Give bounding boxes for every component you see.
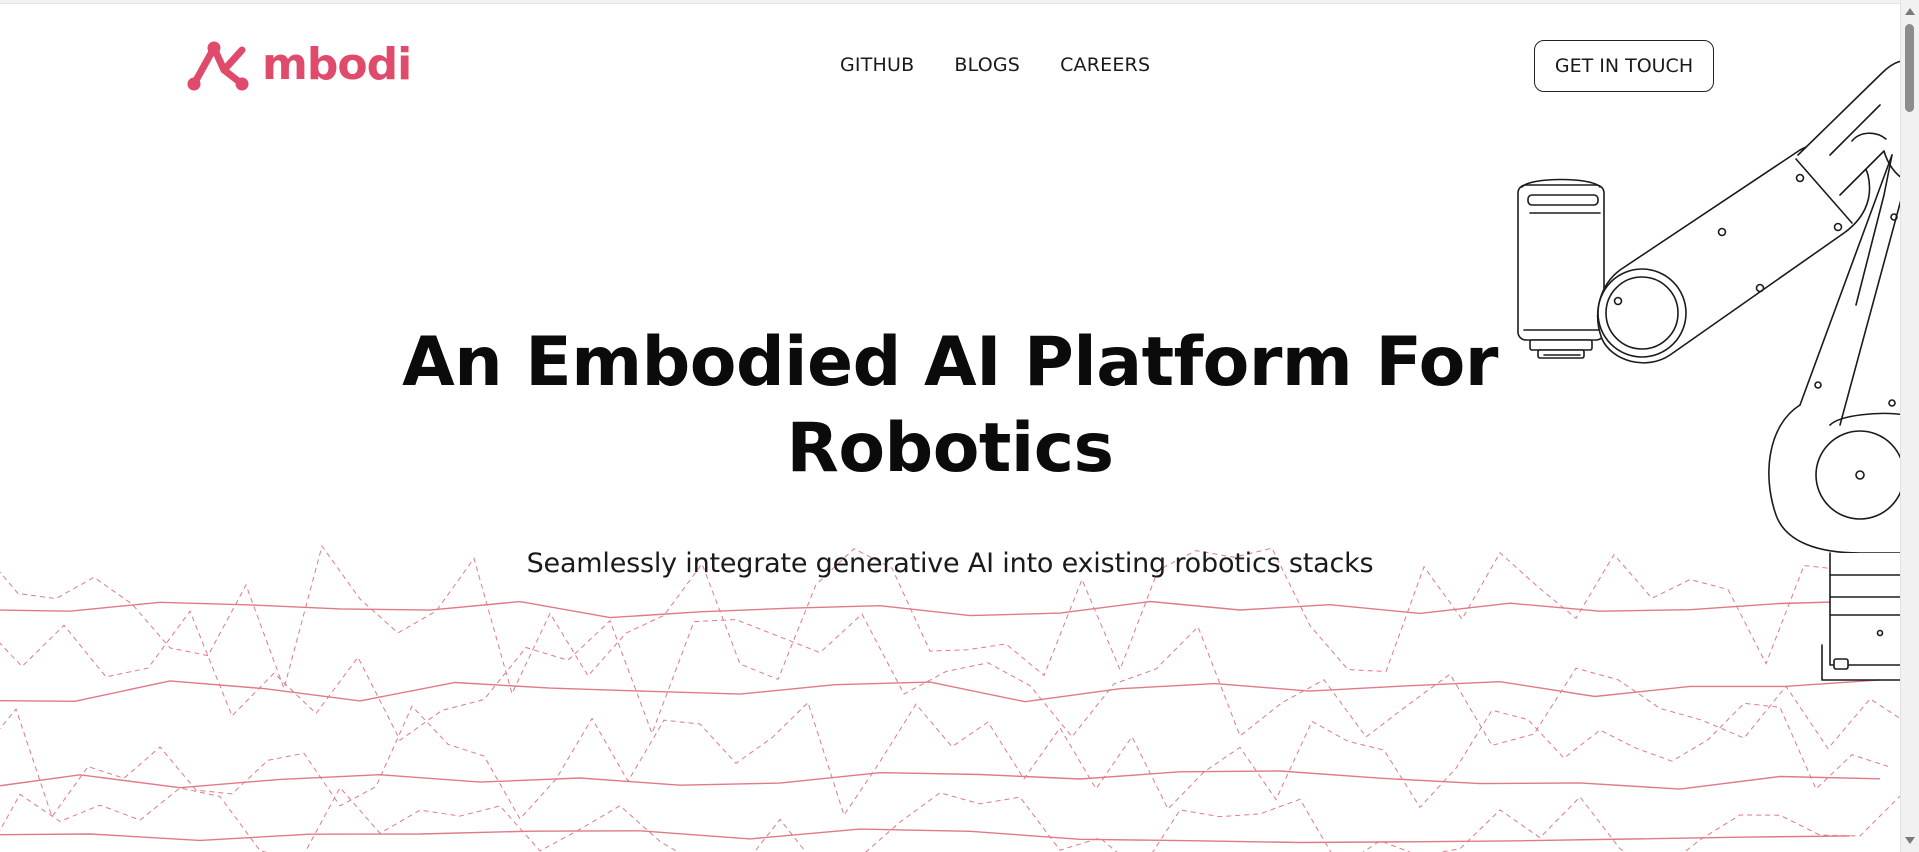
scroll-down-arrow-icon[interactable] (1905, 837, 1915, 844)
hero-title: An Embodied AI Platform For Robotics (402, 323, 1498, 488)
scroll-up-arrow-icon[interactable] (1905, 8, 1915, 15)
dashed-wave-line (0, 786, 1900, 852)
dashed-wave-line (0, 701, 1889, 820)
get-in-touch-button[interactable]: GET IN TOUCH (1534, 40, 1714, 92)
nav-link-blogs[interactable]: BLOGS (954, 54, 1020, 76)
brand-name: mbodi (262, 39, 412, 90)
solid-wave-line (0, 770, 1881, 790)
top-navigation: mbodi GITHUB BLOGS CAREERS GET IN TOUCH (0, 0, 1900, 130)
nav-link-github[interactable]: GITHUB (840, 54, 914, 76)
page-viewport: mbodi GITHUB BLOGS CAREERS GET IN TOUCH … (0, 0, 1919, 852)
scrollbar-thumb[interactable] (1905, 24, 1914, 112)
mbodi-logo-icon (187, 41, 249, 91)
vertical-scrollbar[interactable] (1900, 0, 1919, 852)
robot-arm-illustration (1517, 60, 1905, 681)
hero-subtitle: Seamlessly integrate generative AI into … (526, 548, 1374, 579)
solid-wave-line (0, 828, 1851, 844)
nav-links: GITHUB BLOGS CAREERS (840, 54, 1150, 76)
nav-link-careers[interactable]: CAREERS (1060, 54, 1150, 76)
brand-logo-link[interactable]: mbodi (184, 36, 412, 94)
